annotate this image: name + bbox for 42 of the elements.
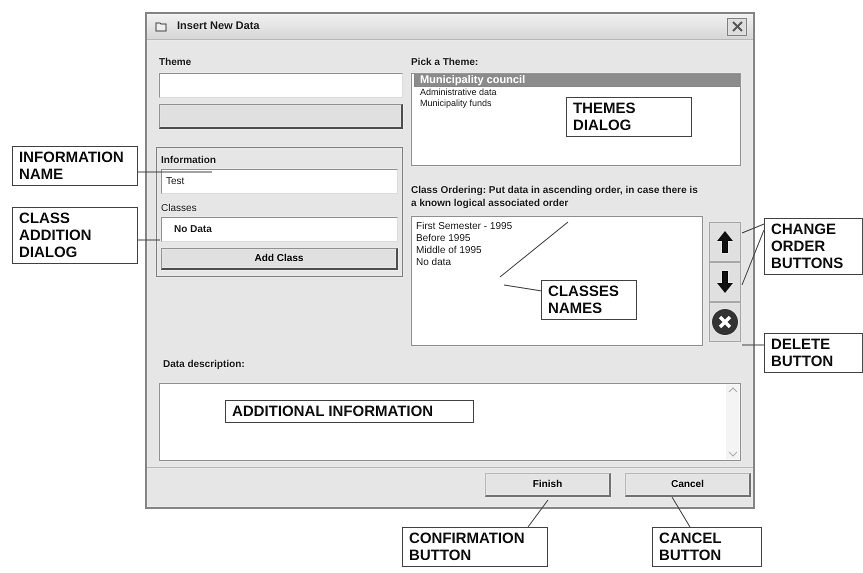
class-list-item[interactable]: Middle of 1995 [416,245,482,257]
arrow-up-icon [716,230,734,254]
callout-box: CONFIRMATION BUTTON [402,527,548,567]
class-list-item[interactable]: Before 1995 [416,233,470,245]
information-label: Information [161,154,217,167]
finish-button[interactable]: Finish [485,472,611,496]
class-list-item[interactable]: First Semester - 1995 [416,221,512,233]
callout-box: DELETE BUTTON [764,333,863,373]
pick-theme-label: Pick a Theme: [411,56,480,69]
theme-list-item[interactable]: Administrative data [414,87,497,98]
leader-line [528,500,548,528]
theme-list-item[interactable]: Municipality funds [414,98,492,109]
description-label: Data description: [163,358,246,371]
cancel-button[interactable]: Cancel [625,472,751,496]
callout-box: CLASS ADDITION DIALOG [12,207,138,264]
arrow-down-icon [716,270,734,294]
delete-button[interactable] [709,302,741,342]
add-class-button[interactable]: Add Class [161,248,398,270]
close-circle-icon [711,308,739,336]
theme-field[interactable] [159,73,403,98]
leader-line [742,344,764,346]
classes-field[interactable]: No Data [161,217,398,242]
callout-box: INFORMATION NAME [12,146,138,186]
leader-line [672,496,690,528]
callout-box: CLASSES NAMES [541,280,637,320]
class-list-item[interactable]: No data [416,257,452,269]
leader-line [504,284,542,292]
information-field[interactable]: Test [161,169,398,194]
callout-box: CHANGE ORDER BUTTONS [764,218,863,275]
callout-box: CANCEL BUTTON [652,527,762,567]
classes-label: Classes [161,202,198,215]
class-ordering-label: Class Ordering: Put data in ascending order, in case there is a known logical associated order [411,184,699,210]
callout-box: THEMES DIALOG [566,97,692,137]
window-icon [155,21,167,32]
close-icon [732,21,742,32]
move-up-button[interactable] [709,222,741,262]
theme-label: Theme [159,56,192,69]
move-down-button[interactable] [709,262,741,302]
close-button[interactable] [727,18,747,36]
window-title: Insert New Data [177,19,260,34]
callout-box: ADDITIONAL INFORMATION [225,400,474,423]
theme-button[interactable] [159,104,403,129]
